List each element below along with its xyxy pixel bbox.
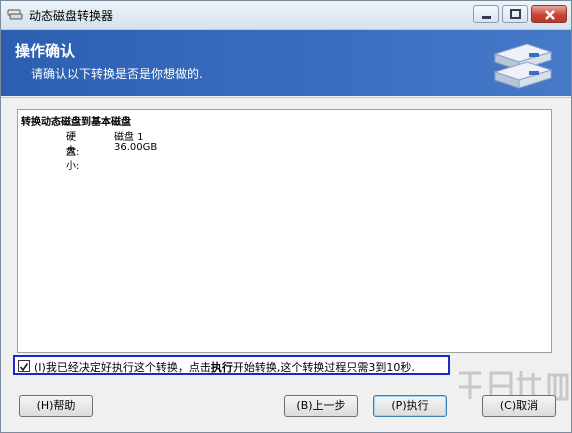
app-icon <box>7 7 23 21</box>
confirm-label-emphasis: 执行 <box>210 361 233 374</box>
size-value: 36.00GB <box>114 142 158 153</box>
page-subtitle: 请确认以下转换是否是你想做的. <box>31 67 203 81</box>
confirm-label[interactable]: (I)我已经决定好执行这个转换，点击执行开始转换,这个转换过程只需3到10秒. <box>34 359 415 375</box>
disk-drives-icon <box>493 43 553 89</box>
minimize-button[interactable] <box>473 5 499 23</box>
confirm-checkbox[interactable] <box>18 360 30 372</box>
confirm-label-prefix: (I)我已经决定好执行这个转换，点击 <box>34 361 211 374</box>
page-title: 操作确认 <box>15 42 76 60</box>
header-divider <box>1 97 571 98</box>
confirm-label-suffix: 开始转换,这个转换过程只需3到10秒. <box>232 361 415 374</box>
window-title: 动态磁盘转换器 <box>29 9 114 23</box>
minimize-icon <box>482 16 491 19</box>
operation-details-panel: 转换动态磁盘到基本磁盘 硬盘: 磁盘 1 大小: 36.00GB <box>17 109 552 353</box>
operation-title: 转换动态磁盘到基本磁盘 <box>21 117 131 128</box>
close-icon <box>545 10 555 20</box>
title-bar[interactable]: 动态磁盘转换器 <box>1 1 571 30</box>
cancel-button[interactable]: (C)取消 <box>482 395 556 417</box>
header-banner: 操作确认 请确认以下转换是否是你想做的. <box>1 30 571 96</box>
confirm-option[interactable]: (I)我已经决定好执行这个转换，点击执行开始转换,这个转换过程只需3到10秒. <box>13 355 450 375</box>
maximize-icon <box>510 9 521 19</box>
maximize-button[interactable] <box>502 5 528 23</box>
disk-value: 磁盘 1 <box>114 132 144 143</box>
back-button[interactable]: (B)上一步 <box>284 395 358 417</box>
execute-button[interactable]: (P)执行 <box>373 395 447 417</box>
size-label: 大小: <box>66 146 80 172</box>
app-window: 动态磁盘转换器 操作确认 请确认以下转换是否是你想做的. 转换动态磁盘到基本磁盘… <box>0 0 572 433</box>
checkmark-icon <box>19 363 29 372</box>
help-button[interactable]: (H)帮助 <box>19 395 93 417</box>
close-button[interactable] <box>531 5 567 23</box>
